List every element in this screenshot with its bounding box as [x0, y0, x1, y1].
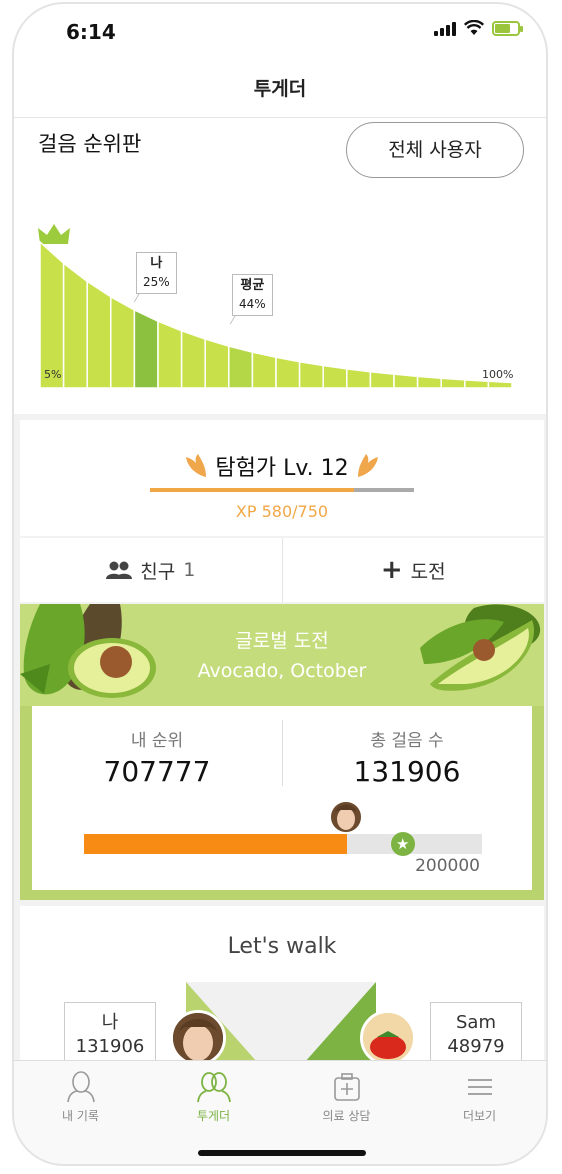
progress-avatar	[328, 800, 363, 834]
status-icons	[434, 20, 523, 36]
average-tooltip-label: 평균	[240, 278, 265, 293]
leaderboard-bar	[110, 295, 136, 389]
tab-label-together: 투게더	[196, 1109, 231, 1123]
challenge-title: 글로벌 도전	[235, 630, 329, 652]
leaderboard-bars	[39, 240, 513, 389]
sam-avatar	[360, 1010, 416, 1066]
signal-icon	[434, 20, 456, 36]
my-rank-tooltip-percent: 25%	[143, 275, 170, 289]
my-steps-bubble: 나 131906	[64, 1002, 156, 1066]
leaderboard-title: 걸음 순위판	[38, 132, 142, 156]
page-title: 투게더	[253, 78, 307, 100]
leaderboard-bar	[251, 351, 277, 389]
xp-progress-bar	[150, 488, 414, 492]
xp-progress-fill	[150, 488, 355, 492]
xp-text: XP 580/750	[235, 502, 329, 521]
leaderboard-bar	[157, 320, 183, 389]
battery-icon	[492, 21, 523, 36]
challenge-stats: 내 순위 707777 총 걸음 수 131906 ★ 200000	[32, 706, 532, 890]
lets-walk-title: Let's walk	[227, 934, 337, 959]
my-rank-label: 내 순위	[130, 731, 184, 751]
status-time: 6:14	[66, 20, 116, 44]
avocado-right-icon	[420, 604, 541, 691]
leaderboard-bar	[393, 373, 419, 389]
together-icon	[196, 1072, 231, 1103]
my-steps-name: 나	[101, 1012, 119, 1033]
level-card[interactable]: 탐험가 Lv. 12 XP 580/750	[20, 420, 544, 536]
leaderboard-bar	[86, 279, 112, 389]
left-wing-icon	[186, 454, 207, 477]
friends-count: 1	[183, 559, 196, 581]
status-bar: 6:14	[14, 4, 546, 64]
my-rank-tooltip: 나 25%	[136, 252, 177, 294]
friends-icon	[106, 561, 133, 579]
sam-steps-value: 48979	[447, 1036, 505, 1057]
leaderboard-bar	[62, 261, 88, 389]
goal-value: 200000	[415, 856, 480, 876]
tab-label-my-records: 내 기록	[62, 1109, 99, 1123]
action-row: 친구 1 + 도전	[20, 538, 544, 602]
leaderboard-bar	[275, 356, 301, 389]
nav-bar: 투게더	[14, 64, 546, 118]
challenge-banner: 글로벌 도전 Avocado, October	[20, 604, 544, 706]
axis-end-label: 100%	[482, 368, 514, 381]
home-indicator	[198, 1150, 366, 1156]
challenge-progress-bar	[84, 834, 482, 854]
leaderboard-bar	[298, 360, 324, 389]
friends-button[interactable]: 친구 1	[20, 538, 283, 602]
tab-my-records[interactable]: 내 기록	[14, 1061, 147, 1164]
avocado-left-icon	[20, 604, 156, 698]
challenge-progress-fill	[84, 834, 347, 854]
global-challenge-card[interactable]: 글로벌 도전 Avocado, October 내 순위 707777 총 걸음…	[20, 604, 544, 900]
leaderboard-bar	[464, 379, 490, 389]
leaderboard-bar	[416, 375, 442, 389]
my-rank-tooltip-label: 나	[150, 256, 163, 271]
wifi-icon	[464, 20, 484, 35]
medical-kit-icon	[333, 1073, 360, 1101]
challenge-label: 도전	[410, 560, 446, 583]
person-icon	[66, 1071, 95, 1103]
sam-name: Sam	[456, 1012, 496, 1033]
leaderboard-bar	[346, 368, 372, 389]
leaderboard-bar	[322, 364, 348, 389]
leaderboard-bar	[228, 345, 254, 389]
friends-label: 친구	[140, 560, 176, 583]
challenge-subtitle: Avocado, October	[197, 660, 367, 682]
leaderboard-bar	[487, 380, 513, 389]
leaderboard-bar	[204, 338, 230, 389]
axis-start-label: 5%	[44, 368, 62, 381]
step-leaderboard: 걸음 순위판 전체 사용자 나 25% 평균 44% 5% 100%	[14, 118, 546, 414]
average-tooltip-percent: 44%	[239, 297, 266, 311]
total-steps-stat: 총 걸음 수 131906	[282, 726, 532, 788]
leaderboard-chart: 나 25% 평균 44% 5% 100%	[14, 218, 546, 408]
my-steps-value: 131906	[75, 1036, 145, 1057]
challenge-button[interactable]: + 도전	[283, 538, 545, 602]
tab-more[interactable]: 더보기	[413, 1061, 546, 1164]
leaderboard-bar	[39, 240, 65, 389]
my-avatar	[170, 1010, 226, 1066]
total-steps-label: 총 걸음 수	[370, 731, 444, 751]
level-title-row: 탐험가 Lv. 12	[20, 450, 544, 482]
goal-star-icon: ★	[390, 832, 415, 856]
my-rank-stat: 내 순위 707777	[32, 726, 282, 788]
average-tooltip: 평균 44%	[232, 274, 273, 316]
tab-label-medical-consult: 의료 상담	[322, 1109, 371, 1123]
all-users-button[interactable]: 전체 사용자	[346, 122, 524, 178]
leaderboard-bar	[180, 329, 206, 389]
leaderboard-bar	[440, 377, 466, 389]
leaderboard-bar	[369, 370, 395, 389]
right-wing-icon	[357, 454, 378, 477]
lets-walk-card[interactable]: Let's walk 나 131906 Sam 48979	[20, 906, 544, 1066]
menu-icon	[467, 1079, 492, 1095]
phone-frame: 6:14 투게더 걸음 순위판 전체 사용자 나 25% 평균 44% 5% 1…	[12, 2, 548, 1166]
level-title: 탐험가 Lv. 12	[215, 456, 349, 481]
my-rank-value: 707777	[103, 755, 211, 788]
sam-steps-bubble: Sam 48979	[430, 1002, 522, 1066]
total-steps-value: 131906	[353, 755, 461, 788]
tab-label-more: 더보기	[462, 1109, 497, 1123]
plus-icon: +	[380, 555, 403, 585]
leaderboard-bar	[133, 308, 159, 389]
